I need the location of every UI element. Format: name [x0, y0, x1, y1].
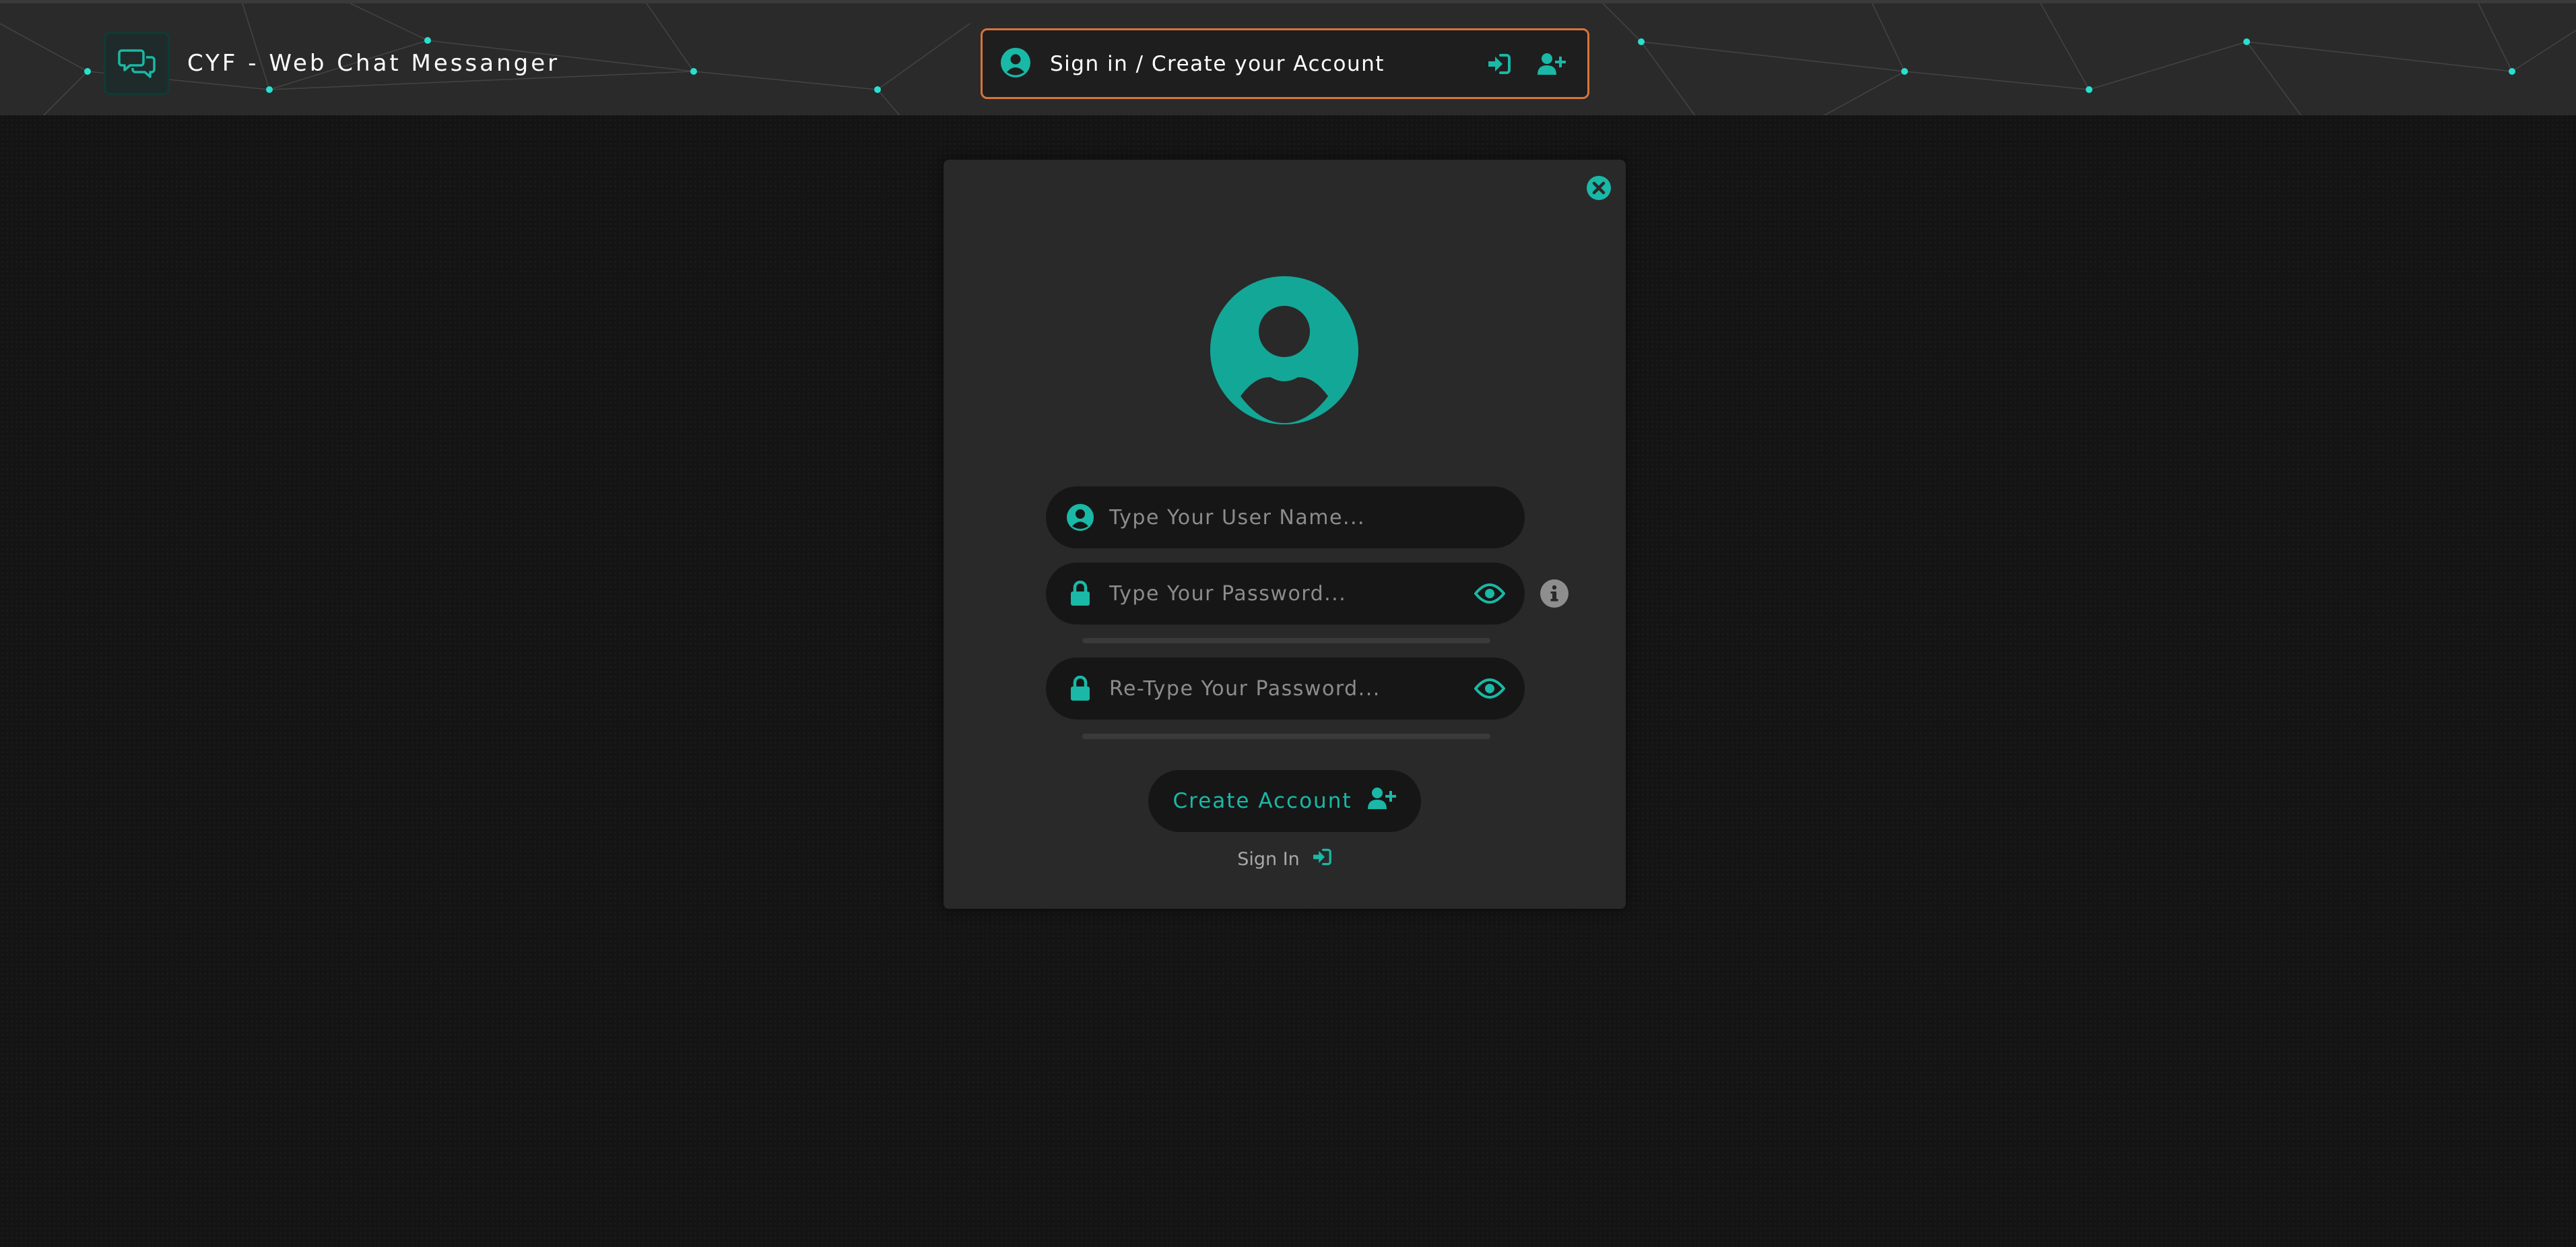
lock-icon: [1065, 578, 1096, 609]
retype-password-input[interactable]: [1109, 676, 1472, 701]
user-circle-icon: [1000, 47, 1031, 81]
user-circle-icon: [1065, 502, 1096, 533]
chat-bubbles-icon[interactable]: [104, 32, 170, 95]
user-plus-icon: [1367, 787, 1397, 815]
close-icon[interactable]: [1585, 174, 1612, 201]
user-avatar-icon: [1210, 276, 1358, 424]
create-account-modal: Create Account Sign In: [944, 160, 1626, 909]
sign-in-icon: [1312, 848, 1332, 870]
eye-icon[interactable]: [1472, 671, 1507, 706]
sign-in-icon[interactable]: [1481, 46, 1517, 82]
account-bar-label: Sign in / Create your Account: [1050, 51, 1385, 76]
account-bar[interactable]: Sign in / Create your Account: [981, 28, 1589, 99]
retype-strength-bar: [1082, 734, 1490, 739]
password-input[interactable]: [1109, 581, 1472, 606]
username-field-wrapper: [1046, 486, 1525, 548]
app-title: CYF - Web Chat Messanger: [187, 50, 560, 77]
user-plus-icon[interactable]: [1533, 46, 1570, 82]
lock-icon: [1065, 673, 1096, 704]
retype-password-field-wrapper: [1046, 658, 1525, 720]
eye-icon[interactable]: [1472, 576, 1507, 611]
create-account-label: Create Account: [1173, 789, 1352, 813]
sign-in-link-label: Sign In: [1237, 849, 1300, 870]
username-input[interactable]: [1109, 505, 1507, 530]
sign-in-link[interactable]: Sign In: [944, 848, 1626, 870]
brand: CYF - Web Chat Messanger: [104, 32, 560, 95]
create-account-button[interactable]: Create Account: [1148, 770, 1421, 832]
top-header: CYF - Web Chat Messanger Sign in / Creat…: [0, 0, 2576, 115]
password-field-wrapper: [1046, 563, 1525, 625]
password-strength-bar: [1082, 638, 1490, 643]
info-icon[interactable]: [1540, 579, 1569, 608]
